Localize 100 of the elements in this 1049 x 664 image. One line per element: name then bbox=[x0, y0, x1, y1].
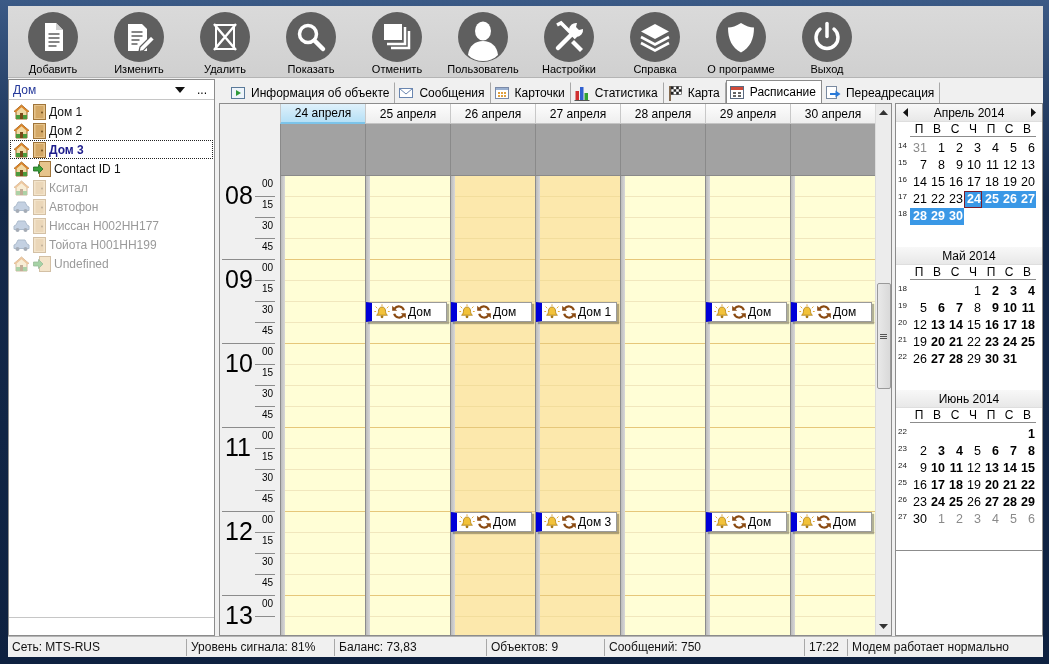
calendar-day[interactable]: 15 bbox=[928, 174, 946, 191]
calendar-day[interactable]: 7 bbox=[910, 157, 928, 174]
calendar-day[interactable]: 7 bbox=[946, 300, 964, 317]
calendar-day[interactable]: 15 bbox=[964, 317, 982, 334]
calendar-day[interactable]: 23 bbox=[910, 494, 928, 511]
calendar-day[interactable]: 30 bbox=[982, 351, 1000, 368]
calendar-day[interactable]: 30 bbox=[910, 511, 928, 528]
calendar-day[interactable]: 18 bbox=[1018, 317, 1036, 334]
calendar-day[interactable]: 12 bbox=[910, 317, 928, 334]
calendar-day[interactable]: 5 bbox=[1000, 140, 1018, 157]
calendar-day[interactable]: 14 bbox=[1000, 460, 1018, 477]
calendar-day[interactable]: 24 bbox=[1000, 334, 1018, 351]
calendar-day[interactable]: 25 bbox=[946, 494, 964, 511]
calendar-day[interactable]: 14 bbox=[910, 174, 928, 191]
calendar-day[interactable]: 4 bbox=[982, 140, 1000, 157]
calendar-day[interactable]: 25 bbox=[1018, 334, 1036, 351]
calendar-day[interactable]: 19 bbox=[1000, 174, 1018, 191]
calendar-day[interactable]: 6 bbox=[982, 443, 1000, 460]
calendar-day[interactable]: 5 bbox=[910, 300, 928, 317]
calendar-day[interactable]: 19 bbox=[910, 334, 928, 351]
calendar-day[interactable]: 11 bbox=[1018, 300, 1036, 317]
calendar-day[interactable]: 27 bbox=[928, 351, 946, 368]
calendar-day[interactable]: 17 bbox=[1000, 317, 1018, 334]
calendar-day[interactable]: 29 bbox=[964, 351, 982, 368]
calendar-day[interactable]: 14 bbox=[946, 317, 964, 334]
more-button[interactable]: ... bbox=[193, 80, 211, 99]
left-arrow-icon[interactable] bbox=[902, 108, 908, 117]
calendar-day[interactable]: 16 bbox=[946, 174, 964, 191]
calendar-day[interactable]: 23 bbox=[982, 334, 1000, 351]
calendar-day[interactable]: 22 bbox=[928, 191, 946, 208]
calendar-day[interactable]: 26 bbox=[964, 494, 982, 511]
scroll-down-arrow-icon[interactable] bbox=[879, 624, 888, 629]
calendar-day[interactable]: 4 bbox=[1018, 283, 1036, 300]
calendar-day[interactable]: 9 bbox=[910, 460, 928, 477]
calendar-day[interactable]: 23 bbox=[946, 191, 964, 208]
calendar-day[interactable]: 3 bbox=[1000, 283, 1018, 300]
calendar-day[interactable]: 1 bbox=[1018, 426, 1036, 443]
calendar-day[interactable]: 20 bbox=[928, 334, 946, 351]
calendar-day[interactable]: 8 bbox=[1018, 443, 1036, 460]
calendar-day[interactable]: 16 bbox=[910, 477, 928, 494]
toolbar-button[interactable]: Показать bbox=[268, 6, 354, 77]
calendar-day[interactable]: 10 bbox=[964, 157, 982, 174]
calendar-day[interactable]: 5 bbox=[964, 443, 982, 460]
calendar-day[interactable]: 6 bbox=[1018, 140, 1036, 157]
date-header[interactable]: 29 апреля bbox=[705, 104, 790, 124]
tree-item[interactable]: Дом 2 bbox=[10, 121, 213, 140]
calendar-day[interactable]: 3 bbox=[964, 140, 982, 157]
calendar-day[interactable]: 18 bbox=[982, 174, 1000, 191]
tree-item[interactable]: Contact ID 1 bbox=[10, 159, 213, 178]
calendar-day[interactable]: 1 bbox=[964, 283, 982, 300]
calendar-day[interactable]: 18 bbox=[946, 477, 964, 494]
date-header[interactable]: 28 апреля bbox=[620, 104, 705, 124]
tab[interactable]: Расписание bbox=[725, 80, 822, 103]
calendar-day[interactable]: 3 bbox=[928, 443, 946, 460]
calendar-day[interactable]: 2 bbox=[982, 283, 1000, 300]
calendar-day[interactable]: 19 bbox=[964, 477, 982, 494]
toolbar-button[interactable]: Добавить bbox=[10, 6, 96, 77]
toolbar-button[interactable]: О программе bbox=[698, 6, 784, 77]
date-header[interactable]: 30 апреля bbox=[790, 104, 875, 124]
calendar-day[interactable]: 17 bbox=[928, 477, 946, 494]
toolbar-button[interactable]: Изменить bbox=[96, 6, 182, 77]
calendar-day[interactable]: 11 bbox=[982, 157, 1000, 174]
calendar-day[interactable]: 2 bbox=[946, 511, 964, 528]
right-arrow-icon[interactable] bbox=[1030, 108, 1036, 117]
date-header[interactable]: 27 апреля bbox=[535, 104, 620, 124]
calendar-day[interactable]: 31 bbox=[910, 140, 928, 157]
calendar-day[interactable]: 12 bbox=[1000, 157, 1018, 174]
calendar-day[interactable]: 4 bbox=[946, 443, 964, 460]
object-dropdown[interactable]: Дом bbox=[11, 80, 193, 99]
calendar-day[interactable]: 24 bbox=[928, 494, 946, 511]
date-header[interactable]: 25 апреля bbox=[365, 104, 450, 124]
calendar-day[interactable]: 9 bbox=[946, 157, 964, 174]
calendar-day[interactable]: 7 bbox=[1000, 443, 1018, 460]
calendar-day[interactable]: 13 bbox=[928, 317, 946, 334]
toolbar-button[interactable]: Отменить bbox=[354, 6, 440, 77]
calendar-day[interactable]: 3 bbox=[964, 511, 982, 528]
calendar-day[interactable]: 8 bbox=[928, 157, 946, 174]
scroll-up-arrow-icon[interactable] bbox=[879, 110, 888, 115]
calendar-day[interactable]: 5 bbox=[1000, 511, 1018, 528]
calendar-day[interactable]: 8 bbox=[964, 300, 982, 317]
calendar-day[interactable]: 16 bbox=[982, 317, 1000, 334]
calendar-day[interactable]: 17 bbox=[964, 174, 982, 191]
toolbar-button[interactable]: Настройки bbox=[526, 6, 612, 77]
toolbar-button[interactable]: Выход bbox=[784, 6, 870, 77]
calendar-day[interactable]: 13 bbox=[982, 460, 1000, 477]
calendar-day[interactable]: 6 bbox=[1018, 511, 1036, 528]
calendar-day[interactable]: 20 bbox=[982, 477, 1000, 494]
calendar-day[interactable]: 20 bbox=[1018, 174, 1036, 191]
toolbar-button[interactable]: Справка bbox=[612, 6, 698, 77]
calendar-day[interactable]: 22 bbox=[1018, 477, 1036, 494]
calendar-day[interactable]: 6 bbox=[928, 300, 946, 317]
toolbar-button[interactable]: Пользователь bbox=[440, 6, 526, 77]
calendar-day[interactable]: 10 bbox=[1000, 300, 1018, 317]
calendar-day[interactable]: 2 bbox=[910, 443, 928, 460]
calendar-day[interactable]: 27 bbox=[982, 494, 1000, 511]
tree-item[interactable]: Дом 3 bbox=[10, 140, 213, 159]
calendar-day[interactable]: 10 bbox=[928, 460, 946, 477]
calendar-day[interactable]: 1 bbox=[928, 140, 946, 157]
date-header[interactable]: 24 апреля bbox=[280, 104, 365, 124]
calendar-day[interactable]: 21 bbox=[1000, 477, 1018, 494]
